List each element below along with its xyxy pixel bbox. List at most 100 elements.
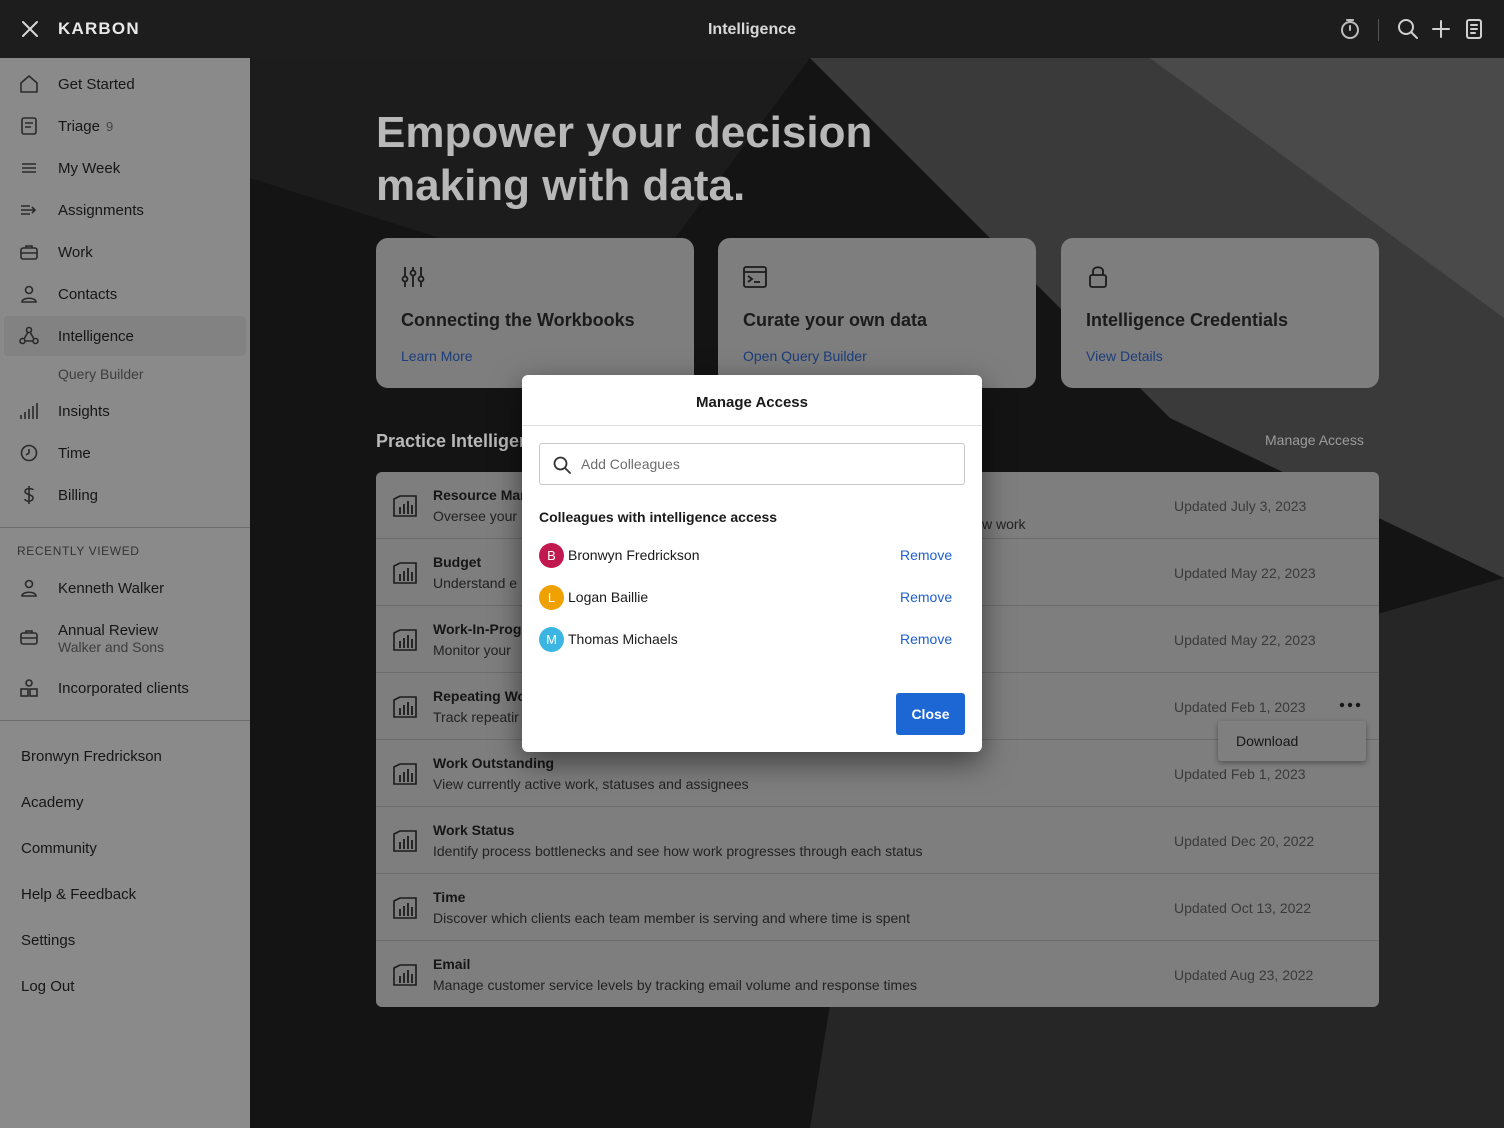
bar-chart-icon <box>20 403 38 419</box>
sidebar-item-label: Intelligence <box>58 327 134 345</box>
search-icon[interactable] <box>1396 17 1420 41</box>
download-menu-item[interactable]: Download <box>1218 721 1366 761</box>
sidebar-item-insights[interactable]: Insights <box>4 391 246 431</box>
network-icon <box>19 326 39 345</box>
more-options-icon[interactable] <box>1338 695 1362 715</box>
manage-access-link[interactable]: Manage Access <box>1265 432 1364 448</box>
report-icon <box>393 495 417 517</box>
assignments-icon <box>21 205 37 215</box>
workbook-updated-date: Updated Oct 13, 2022 <box>1174 900 1311 916</box>
sliders-icon <box>401 267 425 287</box>
sidebar-item-my-week[interactable]: My Week <box>4 148 246 188</box>
help-feedback-link[interactable]: Help & Feedback <box>21 886 136 903</box>
workbook-updated-date: Updated July 3, 2023 <box>1174 498 1307 514</box>
sidebar-item-label: Assignments <box>58 201 144 219</box>
page-title: Intelligence <box>707 21 797 38</box>
sidebar-item-billing[interactable]: Billing <box>4 475 246 515</box>
sidebar-item-contacts[interactable]: Contacts <box>4 274 246 314</box>
colleague-row: B Bronwyn Fredrickson Remove <box>539 543 965 569</box>
clock-icon <box>20 444 38 462</box>
close-button[interactable]: Close <box>896 693 965 735</box>
person-icon <box>21 285 37 303</box>
sidebar-item-get-started[interactable]: Get Started <box>4 64 246 104</box>
home-icon <box>20 75 38 93</box>
sidebar-item-triage[interactable]: Triage 9 <box>4 106 246 146</box>
triage-count-badge: 9 <box>105 118 114 134</box>
workbook-updated-date: Updated Dec 20, 2022 <box>1174 833 1315 849</box>
workbook-updated-date: Updated Feb 1, 2023 <box>1174 699 1306 715</box>
sidebar-item-label: Work <box>58 243 93 261</box>
colleague-name: Thomas Michaels <box>568 631 678 647</box>
sidebar-subitem-query-builder[interactable]: Query Builder <box>58 366 144 382</box>
workbook-description: Discover which clients each team member … <box>433 910 910 926</box>
sidebar-item-work[interactable]: Work <box>4 232 246 272</box>
colleague-row: M Thomas Michaels Remove <box>539 627 965 653</box>
log-out-link[interactable]: Log Out <box>21 978 74 995</box>
academy-link[interactable]: Academy <box>21 794 84 811</box>
workbook-description: Oversee your <box>433 508 518 524</box>
profile-link[interactable]: Bronwyn Fredrickson <box>21 748 162 765</box>
workbook-name: Time <box>433 889 466 905</box>
remove-button[interactable]: Remove <box>900 589 952 605</box>
workbook-row[interactable]: Work Status Identify process bottlenecks… <box>376 807 1379 874</box>
sidebar-item-intelligence[interactable]: Intelligence <box>4 316 246 356</box>
toolbar-divider <box>1378 19 1379 41</box>
report-icon <box>393 897 417 919</box>
card-curate-data[interactable]: Curate your own data Open Query Builder <box>718 238 1036 388</box>
workbook-description: Monitor your <box>433 642 511 658</box>
card-intelligence-credentials[interactable]: Intelligence Credentials View Details <box>1061 238 1379 388</box>
remove-button[interactable]: Remove <box>900 631 952 647</box>
sidebar-divider <box>0 720 250 721</box>
recent-item-label: Kenneth Walker <box>58 580 165 597</box>
workbook-description: Track repeatir <box>433 709 519 725</box>
recent-item-sublabel: Walker and Sons <box>58 639 165 655</box>
recent-item-kenneth-walker[interactable]: Kenneth Walker <box>4 572 246 608</box>
card-connecting-workbooks[interactable]: Connecting the Workbooks Learn More <box>376 238 694 388</box>
workbook-updated-date: Updated May 22, 2023 <box>1174 632 1316 648</box>
timer-icon[interactable] <box>1338 17 1362 41</box>
report-icon <box>393 562 417 584</box>
briefcase-icon <box>20 245 38 260</box>
sidebar-item-label: Get Started <box>58 75 135 93</box>
remove-button[interactable]: Remove <box>900 547 952 563</box>
shapes-icon <box>20 679 38 697</box>
avatar: M <box>539 627 564 652</box>
avatar: L <box>539 585 564 610</box>
sidebar-item-time[interactable]: Time <box>4 433 246 473</box>
recent-item-annual-review[interactable]: Annual Review Walker and Sons <box>4 618 246 662</box>
top-bar: KARBON Intelligence <box>0 0 1504 58</box>
recently-viewed-label: RECENTLY VIEWED <box>17 544 140 558</box>
terminal-icon <box>743 266 767 288</box>
workbook-description: View currently active work, statuses and… <box>433 776 749 792</box>
workbook-name: Email <box>433 956 471 972</box>
sidebar-item-label: Time <box>58 444 91 462</box>
view-details-link[interactable]: View Details <box>1086 348 1163 364</box>
sidebar-item-label: Triage <box>58 117 100 135</box>
workbook-updated-date: Updated May 22, 2023 <box>1174 565 1316 581</box>
recent-item-incorporated-clients[interactable]: Incorporated clients <box>4 672 246 708</box>
search-icon <box>553 456 571 474</box>
add-colleagues-input[interactable] <box>581 453 951 475</box>
settings-link[interactable]: Settings <box>21 932 75 949</box>
add-colleagues-search <box>539 443 965 485</box>
brand-logo: KARBON <box>58 19 140 38</box>
card-title: Curate your own data <box>743 310 928 330</box>
briefcase-icon <box>20 630 38 645</box>
colleague-name: Logan Baillie <box>568 589 649 605</box>
workbook-name: Work Outstanding <box>433 755 555 771</box>
sidebar-item-label: Insights <box>58 402 110 420</box>
dollar-icon <box>24 486 34 504</box>
sidebar-item-label: Billing <box>58 486 99 504</box>
workbook-row[interactable]: Time Discover which clients each team me… <box>376 874 1379 941</box>
report-icon <box>393 763 417 785</box>
plus-icon[interactable] <box>1429 17 1453 41</box>
learn-more-link[interactable]: Learn More <box>401 348 473 364</box>
notes-icon[interactable] <box>1462 17 1486 41</box>
sidebar-item-assignments[interactable]: Assignments <box>4 190 246 230</box>
workbook-row[interactable]: Email Manage customer service levels by … <box>376 941 1379 1007</box>
open-query-builder-link[interactable]: Open Query Builder <box>743 348 867 364</box>
lock-icon <box>1089 266 1107 288</box>
colleague-name: Bronwyn Fredrickson <box>568 547 700 563</box>
close-icon[interactable] <box>18 17 42 41</box>
community-link[interactable]: Community <box>21 840 97 857</box>
